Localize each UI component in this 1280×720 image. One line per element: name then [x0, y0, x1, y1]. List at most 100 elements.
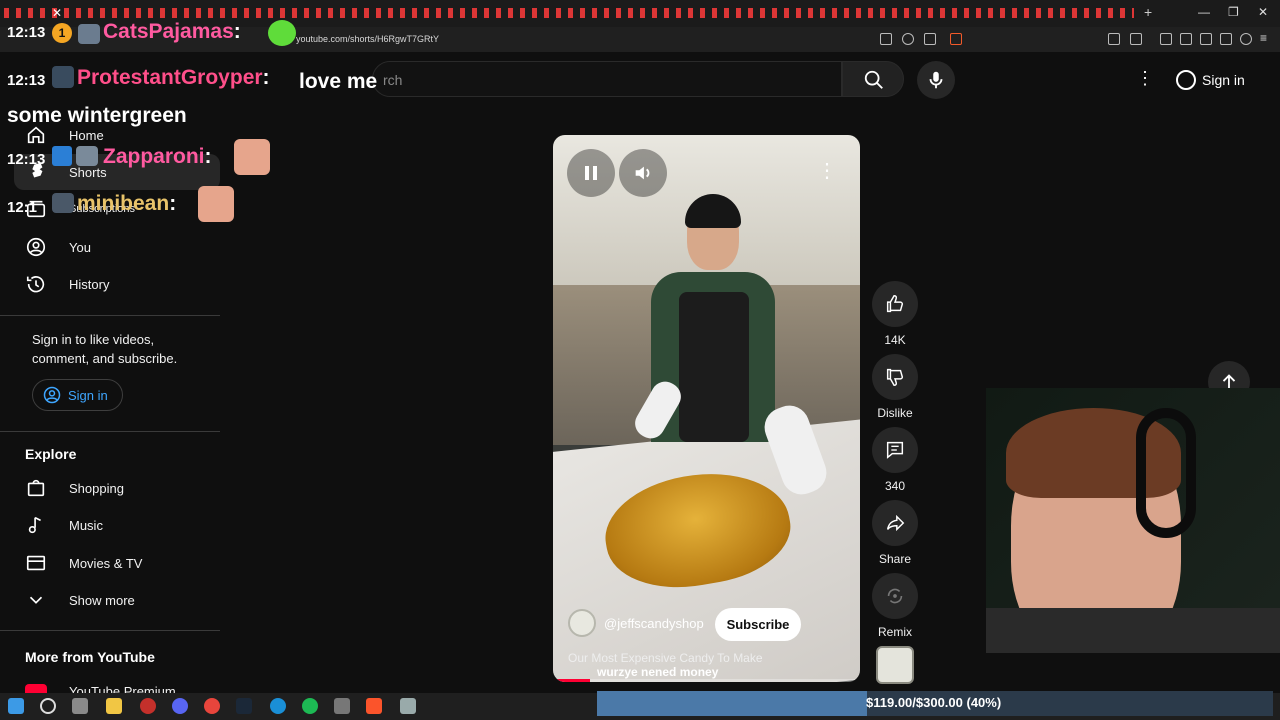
chat-badge: 1 [52, 23, 72, 43]
menu-icon[interactable]: ≡ [1260, 32, 1272, 45]
sidebar-item-youtube-premium[interactable]: YouTube Premium [14, 676, 220, 693]
thumbs-down-icon [872, 354, 918, 400]
masthead-sign-in-button[interactable]: Sign in [1176, 65, 1245, 95]
subscribe-button[interactable]: Subscribe [715, 608, 801, 641]
account-icon [1176, 70, 1196, 90]
app-icon[interactable] [400, 698, 416, 714]
face-emote-icon [198, 186, 234, 222]
sidebar-sign-in-button[interactable]: Sign in [32, 379, 123, 411]
chat-username: CatsPajamas: [103, 20, 241, 43]
cat-emote-icon [76, 146, 98, 166]
video-progress-fill [553, 679, 590, 682]
file-explorer-icon[interactable] [106, 698, 122, 714]
sound-thumbnail[interactable] [876, 646, 914, 684]
sidebar-item-label: Shopping [69, 480, 124, 496]
chat-timestamp: 12:1 [7, 199, 38, 216]
channel-avatar[interactable] [568, 609, 596, 637]
pause-button[interactable] [567, 149, 615, 197]
history-icon [25, 273, 47, 295]
windows-start-icon[interactable] [8, 698, 24, 714]
sidebar-sign-in-label: Sign in [68, 387, 108, 403]
chat-message: 12:13 [7, 151, 45, 169]
sidebar-icon[interactable] [1180, 33, 1192, 45]
voice-search-button[interactable] [917, 61, 955, 99]
steam-icon[interactable] [236, 698, 252, 714]
chrome-icon[interactable] [204, 698, 220, 714]
donation-goal-bar: $119.00/$300.00 (40%) [597, 691, 1273, 716]
share-page-icon[interactable] [924, 33, 936, 45]
like-button[interactable]: 14K [872, 281, 918, 347]
minimize-icon[interactable]: — [1198, 5, 1210, 19]
wallet-icon[interactable] [1200, 33, 1212, 45]
youtube-logo-icon [25, 684, 47, 693]
zoom-icon[interactable] [902, 33, 914, 45]
search-button[interactable] [842, 61, 904, 97]
shopping-bag-icon [25, 477, 47, 499]
comments-button[interactable]: 340 [872, 427, 918, 493]
chat-username-text: CatsPajamas [103, 20, 234, 43]
more-from-youtube-heading: More from YouTube [25, 649, 155, 665]
sidebar-item-music[interactable]: Music [14, 507, 220, 543]
search-icon [864, 70, 883, 89]
shorts-player[interactable]: ⋮ @jeffscandyshop Subscribe Our Most Exp… [553, 135, 860, 682]
sidebar-item-label: YouTube Premium [69, 684, 176, 693]
channel-handle[interactable]: @jeffscandyshop [604, 616, 704, 631]
channel-info[interactable]: @jeffscandyshop [568, 609, 704, 637]
vpn-icon[interactable] [1240, 33, 1252, 45]
share-label: Share [878, 552, 912, 566]
more-options-icon[interactable]: ⋮ [814, 158, 840, 184]
video-progress-bar[interactable] [553, 679, 860, 682]
sign-in-prompt: Sign in to like videos, comment, and sub… [32, 332, 178, 366]
search-taskbar-icon[interactable] [40, 698, 56, 714]
sidebar-item-movies-tv[interactable]: Movies & TV [14, 545, 220, 581]
restore-icon[interactable]: ❐ [1228, 5, 1239, 19]
chat-timestamp: 12:13 [7, 151, 46, 168]
app-icon[interactable] [334, 698, 350, 714]
remix-button[interactable]: Remix [872, 573, 918, 639]
sidebar-item-label: You [69, 239, 91, 255]
sidebar-item-label: Music [69, 517, 103, 533]
sidebar-item-show-more[interactable]: Show more [14, 582, 220, 618]
pepe-emote-icon [268, 20, 296, 46]
screen-icon[interactable] [880, 33, 892, 45]
sidebar-item-you[interactable]: You [14, 229, 220, 265]
share-button[interactable]: Share [872, 500, 918, 566]
brave-shield-icon[interactable] [950, 33, 962, 45]
sidebar-item-shopping[interactable]: Shopping [14, 470, 220, 506]
browser-tabs[interactable] [4, 8, 1134, 18]
chat-timestamp: 12:13 [7, 24, 46, 41]
comment-icon [872, 427, 918, 473]
donation-goal-text: $119.00/$300.00 (40%) [866, 695, 1002, 710]
settings-menu-icon[interactable]: ⋮ [1136, 68, 1154, 88]
extensions-icon[interactable] [1108, 33, 1120, 45]
sidebar-divider [0, 315, 220, 316]
task-view-icon[interactable] [72, 698, 88, 714]
search-input[interactable]: rch [372, 61, 842, 97]
short-title[interactable]: Our Most Expensive Candy To Make [568, 651, 763, 665]
volume-button[interactable] [619, 149, 667, 197]
sidebar-item-history[interactable]: History [14, 266, 220, 302]
face-emote-icon [234, 139, 270, 175]
media-icon[interactable] [1130, 33, 1142, 45]
dislike-button[interactable]: Dislike [872, 354, 918, 420]
ai-icon[interactable] [1220, 33, 1232, 45]
brave-icon[interactable] [366, 698, 382, 714]
cat-emote-icon [78, 24, 100, 44]
account-circle-icon [25, 236, 47, 258]
edge-icon[interactable] [270, 698, 286, 714]
chat-message-text: love me some wintergreen [7, 70, 378, 127]
close-window-icon[interactable]: ✕ [1258, 5, 1268, 19]
webcam-overlay [986, 388, 1280, 653]
discord-icon[interactable] [172, 698, 188, 714]
url-text[interactable]: youtube.com/shorts/H6RgwT7GRtY [296, 34, 439, 44]
dislike-label: Dislike [877, 406, 913, 420]
sidebar-item-label: Show more [69, 592, 135, 608]
microphone-icon [929, 71, 943, 89]
close-tab-icon[interactable]: ✕ [48, 4, 66, 22]
music-icon[interactable] [1160, 33, 1172, 45]
new-tab-button[interactable]: + [1144, 4, 1152, 20]
video-frame-apron [679, 292, 749, 442]
obs-icon[interactable] [140, 698, 156, 714]
spotify-icon[interactable] [302, 698, 318, 714]
music-note-icon [25, 514, 47, 536]
